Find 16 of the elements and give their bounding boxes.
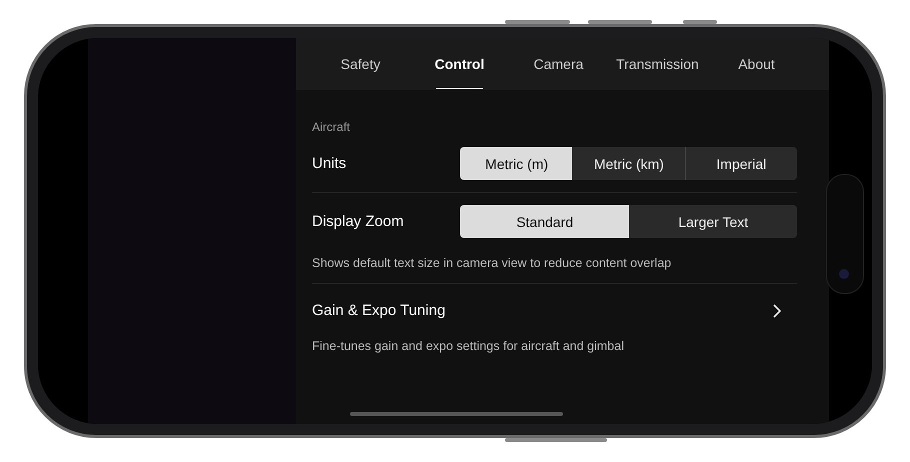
segment-option[interactable]: Imperial <box>684 147 797 180</box>
setting-label: Display Zoom <box>312 212 404 232</box>
tab[interactable]: About <box>707 38 806 90</box>
tab[interactable]: Camera <box>509 38 608 90</box>
section-heading: Aircraft <box>312 119 352 135</box>
setting-description: Shows default text size in camera view to reduce content overlap <box>312 255 672 271</box>
segment-option[interactable]: Standard <box>460 205 628 238</box>
chevron-right-icon[interactable] <box>773 304 781 318</box>
tab[interactable]: Safety <box>311 38 410 90</box>
setting-label: Units <box>312 154 346 174</box>
setting-label: Gain & Expo Tuning <box>312 301 446 321</box>
tab[interactable]: Control <box>410 38 509 90</box>
tab[interactable]: Transmission <box>608 38 707 90</box>
segment-option[interactable]: Metric (m) <box>460 147 572 180</box>
setting-description: Fine-tunes gain and expo settings for aircraft and gimbal <box>312 338 625 354</box>
segment-option[interactable]: Larger Text <box>628 205 797 238</box>
